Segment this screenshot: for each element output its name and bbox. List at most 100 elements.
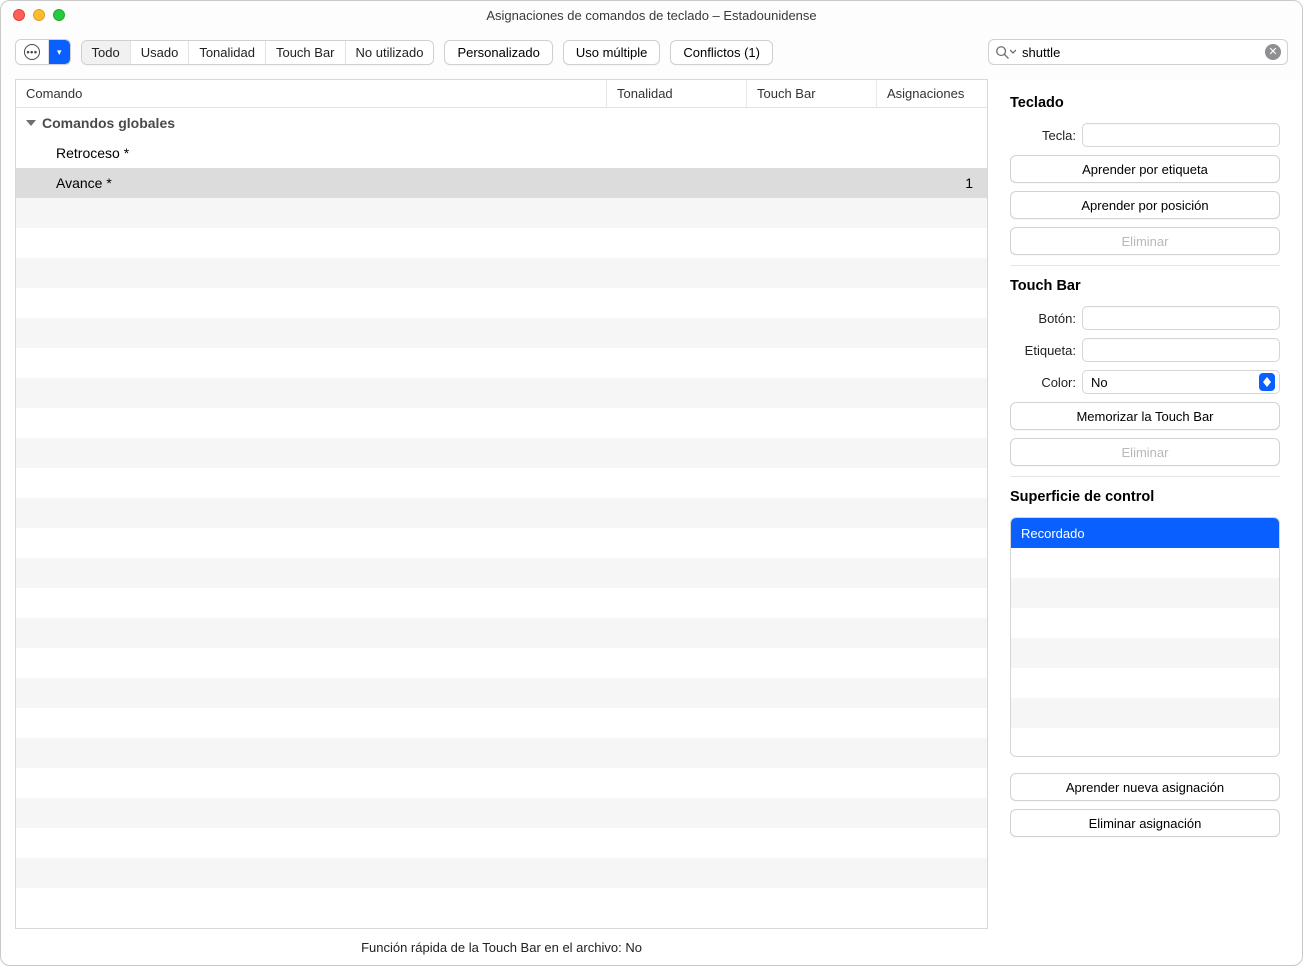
- surface-listbox[interactable]: Recordado: [1010, 517, 1280, 757]
- table-row[interactable]: Avance * 1: [16, 168, 987, 198]
- table-row[interactable]: Retroceso *: [16, 138, 987, 168]
- left-panel: Comando Tonalidad Touch Bar Asignaciones…: [1, 79, 1002, 965]
- memorize-touchbar-button[interactable]: Memorizar la Touch Bar: [1010, 402, 1280, 430]
- empty-row: [16, 408, 987, 438]
- filter-segmented: Todo Usado Tonalidad Touch Bar No utiliz…: [81, 40, 435, 65]
- empty-row: [16, 768, 987, 798]
- filter-usado[interactable]: Usado: [131, 41, 190, 64]
- empty-row: [16, 378, 987, 408]
- empty-row: [1011, 728, 1279, 757]
- empty-row: [16, 798, 987, 828]
- empty-row: [1011, 608, 1279, 638]
- empty-row: [16, 498, 987, 528]
- titlebar: Asignaciones de comandos de teclado – Es…: [1, 1, 1302, 29]
- filter-no-utilizado[interactable]: No utilizado: [346, 41, 434, 64]
- search-icon: [995, 45, 1016, 59]
- keyboard-delete-button: Eliminar: [1010, 227, 1280, 255]
- group-row[interactable]: Comandos globales: [16, 108, 987, 138]
- delete-assignment-button[interactable]: Eliminar asignación: [1010, 809, 1280, 837]
- commands-table: Comando Tonalidad Touch Bar Asignaciones…: [15, 79, 988, 929]
- main-area: Comando Tonalidad Touch Bar Asignaciones…: [1, 79, 1302, 965]
- table-body[interactable]: Comandos globales Retroceso * Avance * 1: [16, 108, 987, 928]
- boton-input[interactable]: [1082, 306, 1280, 330]
- column-comando[interactable]: Comando: [16, 80, 607, 107]
- empty-row: [16, 828, 987, 858]
- learn-new-assignment-button[interactable]: Aprender nueva asignación: [1010, 773, 1280, 801]
- etiqueta-input[interactable]: [1082, 338, 1280, 362]
- filter-conflictos[interactable]: Conflictos (1): [670, 40, 773, 65]
- view-menu-dropdown[interactable]: ▾: [49, 40, 70, 64]
- stepper-arrows-icon: [1259, 373, 1275, 391]
- ellipsis-circle-icon: •••: [24, 44, 40, 60]
- cell-comando: Retroceso *: [16, 145, 607, 161]
- group-label: Comandos globales: [42, 115, 175, 131]
- field-color: Color: No: [1010, 370, 1280, 394]
- empty-row: [16, 288, 987, 318]
- filter-personalizado[interactable]: Personalizado: [444, 40, 552, 65]
- view-options-button[interactable]: •••: [16, 40, 49, 64]
- view-menu: ••• ▾: [15, 39, 71, 65]
- window-title: Asignaciones de comandos de teclado – Es…: [1, 8, 1302, 23]
- empty-row: [16, 198, 987, 228]
- empty-row: [1011, 548, 1279, 578]
- window-controls: [1, 9, 65, 21]
- tecla-input[interactable]: [1082, 123, 1280, 147]
- field-etiqueta: Etiqueta:: [1010, 338, 1280, 362]
- empty-row: [1011, 578, 1279, 608]
- filter-uso-multiple[interactable]: Uso múltiple: [563, 40, 661, 65]
- empty-row: [16, 888, 987, 918]
- field-tecla: Tecla:: [1010, 123, 1280, 147]
- window: Asignaciones de comandos de teclado – Es…: [0, 0, 1303, 966]
- etiqueta-label: Etiqueta:: [1010, 343, 1076, 358]
- empty-row: [16, 858, 987, 888]
- empty-row: [16, 438, 987, 468]
- column-tonalidad[interactable]: Tonalidad: [607, 80, 747, 107]
- learn-by-label-button[interactable]: Aprender por etiqueta: [1010, 155, 1280, 183]
- close-window-button[interactable]: [13, 9, 25, 21]
- empty-row: [16, 678, 987, 708]
- column-touch-bar[interactable]: Touch Bar: [747, 80, 877, 107]
- empty-row: [16, 228, 987, 258]
- divider: [1010, 265, 1280, 266]
- empty-row: [16, 528, 987, 558]
- section-teclado-title: Teclado: [1010, 95, 1280, 111]
- column-asignaciones[interactable]: Asignaciones: [877, 80, 987, 107]
- chevron-down-icon: ▾: [57, 48, 62, 57]
- tecla-label: Tecla:: [1010, 128, 1076, 143]
- clear-search-button[interactable]: ✕: [1265, 44, 1281, 60]
- empty-row: [16, 618, 987, 648]
- learn-by-position-button[interactable]: Aprender por posición: [1010, 191, 1280, 219]
- search-field[interactable]: ✕: [988, 39, 1288, 65]
- inspector-panel: Teclado Tecla: Aprender por etiqueta Apr…: [1002, 79, 1302, 965]
- filter-tonalidad[interactable]: Tonalidad: [189, 41, 266, 64]
- chevron-down-icon: [1010, 49, 1016, 55]
- section-touchbar-title: Touch Bar: [1010, 278, 1280, 294]
- field-boton: Botón:: [1010, 306, 1280, 330]
- filter-todo[interactable]: Todo: [82, 41, 131, 64]
- table-header: Comando Tonalidad Touch Bar Asignaciones: [16, 80, 987, 108]
- toolbar: ••• ▾ Todo Usado Tonalidad Touch Bar No …: [1, 29, 1302, 79]
- section-surface-title: Superficie de control: [1010, 489, 1280, 505]
- minimize-window-button[interactable]: [33, 9, 45, 21]
- empty-row: [16, 738, 987, 768]
- cell-comando: Avance *: [16, 175, 607, 191]
- cell-asignaciones: 1: [877, 175, 987, 191]
- x-icon: ✕: [1268, 47, 1277, 58]
- touchbar-delete-button: Eliminar: [1010, 438, 1280, 466]
- color-value: No: [1091, 375, 1108, 390]
- color-label: Color:: [1010, 375, 1076, 390]
- empty-row: [16, 558, 987, 588]
- divider: [1010, 476, 1280, 477]
- empty-row: [1011, 698, 1279, 728]
- disclosure-triangle-icon[interactable]: [26, 120, 36, 126]
- color-popup[interactable]: No: [1082, 370, 1280, 394]
- search-input[interactable]: [1022, 45, 1259, 60]
- empty-row: [1011, 668, 1279, 698]
- zoom-window-button[interactable]: [53, 9, 65, 21]
- empty-row: [16, 648, 987, 678]
- list-item[interactable]: Recordado: [1011, 518, 1279, 548]
- filter-touch-bar[interactable]: Touch Bar: [266, 41, 346, 64]
- empty-row: [16, 318, 987, 348]
- boton-label: Botón:: [1010, 311, 1076, 326]
- empty-row: [16, 468, 987, 498]
